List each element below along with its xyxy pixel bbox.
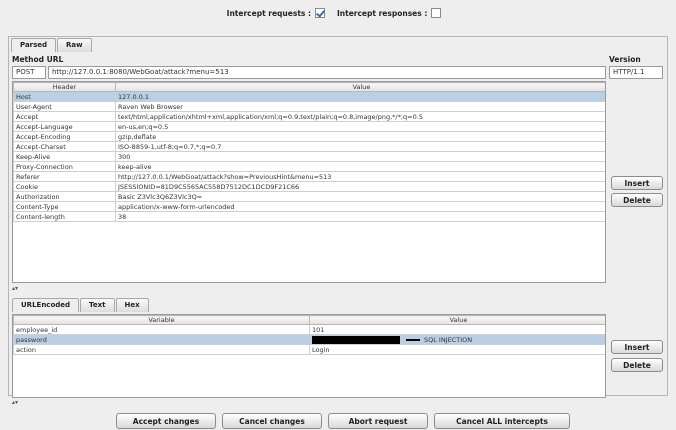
params-table: Variable Value employee_id 101 password SQL…	[13, 315, 605, 355]
param-row[interactable]: action Login	[13, 344, 605, 355]
header-value-cell[interactable]: http://127.0.0.1/WebGoat/attack?show=Pre…	[115, 171, 605, 182]
param-value-cell[interactable]: SQL INJECTION	[309, 334, 605, 345]
header-name-cell[interactable]: Cookie	[13, 181, 116, 192]
header-row[interactable]: Referer http://127.0.0.1/WebGoat/attack?s…	[13, 171, 605, 182]
header-name-cell[interactable]: Host	[13, 91, 116, 102]
header-row[interactable]: Proxy-Connection keep-alive	[13, 161, 605, 172]
header-row[interactable]: Accept-Language en-us,en;q=0.5	[13, 121, 605, 132]
header-row[interactable]: Content-Type application/x-www-form-urlen…	[13, 201, 605, 212]
header-row[interactable]: Authorization Basic Z3Vlc3Q6Z3Vlc3Q=	[13, 191, 605, 202]
header-name-cell[interactable]: Content-Type	[13, 201, 116, 212]
param-row[interactable]: password SQL INJECTION	[13, 334, 605, 345]
intercept-requests-checkbox[interactable]	[314, 8, 325, 18]
header-value-cell[interactable]: 38	[115, 211, 605, 222]
header-value-cell[interactable]: en-us,en;q=0.5	[115, 121, 605, 132]
tab-text[interactable]: Text	[80, 298, 115, 312]
header-column-header[interactable]: Header	[13, 82, 116, 92]
header-name-cell[interactable]: User-Agent	[13, 101, 116, 112]
tab-hex[interactable]: Hex	[115, 298, 149, 312]
header-value-cell[interactable]: text/html,application/xhtml+xml,applicat…	[115, 111, 605, 122]
variable-column-header[interactable]: Variable	[13, 315, 310, 325]
header-row[interactable]: Host 127.0.0.1	[13, 91, 605, 102]
version-field[interactable]: HTTP/1.1	[609, 66, 663, 79]
header-value-cell[interactable]: Basic Z3Vlc3Q6Z3Vlc3Q=	[115, 191, 605, 202]
header-row[interactable]: Content-length 38	[13, 211, 605, 222]
params-delete-button[interactable]: Delete	[611, 358, 663, 372]
body-tabs: URLEncoded Text Hex	[12, 298, 150, 312]
arrow-icon	[406, 338, 420, 341]
param-variable-cell[interactable]: action	[13, 344, 310, 355]
param-variable-cell[interactable]: employee_id	[13, 324, 310, 335]
headers-insert-button[interactable]: Insert	[611, 176, 663, 190]
version-label: Version	[609, 55, 641, 64]
param-value-cell[interactable]: 101	[309, 324, 605, 335]
method-field[interactable]: POST	[12, 66, 46, 79]
header-value-cell[interactable]: Raven Web Browser	[115, 101, 605, 112]
header-value-cell[interactable]: gzip,deflate	[115, 131, 605, 142]
header-value-cell[interactable]: JSESSIONID=81D9C5565AC558D7512DC1DCD9F21…	[115, 181, 605, 192]
method-url-label: Method URL	[12, 55, 64, 64]
header-value-cell[interactable]: 300	[115, 151, 605, 162]
param-value-cell[interactable]: Login	[309, 344, 605, 355]
param-value-column-header[interactable]: Value	[309, 315, 605, 325]
header-name-cell[interactable]: Accept	[13, 111, 116, 122]
cancel-all-intercepts-button[interactable]: Cancel ALL intercepts	[434, 413, 570, 429]
header-row[interactable]: Cookie JSESSIONID=81D9C5565AC558D7512DC1D…	[13, 181, 605, 192]
value-column-header[interactable]: Value	[115, 82, 605, 92]
splitter-grip-icon[interactable]: ▴▾	[12, 285, 18, 292]
intercept-responses-label: Intercept responses :	[336, 8, 428, 18]
header-row[interactable]: Accept-Encoding gzip,deflate	[13, 131, 605, 142]
tab-parsed[interactable]: Parsed	[11, 38, 57, 52]
header-name-cell[interactable]: Accept-Language	[13, 121, 116, 132]
intercept-responses-checkbox[interactable]	[431, 8, 442, 18]
param-value-text: SQL INJECTION	[424, 335, 473, 344]
param-row[interactable]: employee_id 101	[13, 324, 605, 335]
header-name-cell[interactable]: Accept-Charset	[13, 141, 116, 152]
param-variable-cell[interactable]: password	[13, 334, 310, 345]
header-row[interactable]: Keep-Alive 300	[13, 151, 605, 162]
redaction-block	[312, 335, 400, 344]
params-insert-button[interactable]: Insert	[611, 340, 663, 354]
header-name-cell[interactable]: Keep-Alive	[13, 151, 116, 162]
header-value-cell[interactable]: keep-alive	[115, 161, 605, 172]
intercept-options-bar: Intercept requests : Intercept responses…	[0, 8, 676, 26]
tab-raw[interactable]: Raw	[57, 38, 92, 52]
accept-changes-button[interactable]: Accept changes	[116, 413, 216, 429]
header-name-cell[interactable]: Proxy-Connection	[13, 161, 116, 172]
header-row[interactable]: Accept text/html,application/xhtml+xml,ap…	[13, 111, 605, 122]
url-field[interactable]: http://127.0.0.1:8080/WebGoat/attack?men…	[48, 66, 606, 79]
headers-table: Header Value Host 127.0.0.1 User-Agent Rave…	[13, 82, 605, 222]
cancel-changes-button[interactable]: Cancel changes	[222, 413, 322, 429]
header-name-cell[interactable]: Content-length	[13, 211, 116, 222]
header-value-cell[interactable]: application/x-www-form-urlencoded	[115, 201, 605, 212]
intercept-requests-label: Intercept requests :	[226, 8, 311, 18]
header-value-cell[interactable]: ISO-8859-1,utf-8;q=0.7,*;q=0.7	[115, 141, 605, 152]
header-row[interactable]: User-Agent Raven Web Browser	[13, 101, 605, 112]
abort-request-button[interactable]: Abort request	[328, 413, 428, 429]
tab-urlencoded[interactable]: URLEncoded	[12, 298, 80, 312]
headers-delete-button[interactable]: Delete	[611, 193, 663, 207]
header-name-cell[interactable]: Authorization	[13, 191, 116, 202]
header-value-cell[interactable]: 127.0.0.1	[115, 91, 605, 102]
params-table-container: Variable Value employee_id 101 password SQL…	[12, 314, 606, 398]
headers-table-container: Header Value Host 127.0.0.1 User-Agent Rave…	[12, 81, 606, 283]
header-name-cell[interactable]: Accept-Encoding	[13, 131, 116, 142]
lower-splitter-grip-icon[interactable]: ▴▾	[12, 399, 18, 406]
header-name-cell[interactable]: Referer	[13, 171, 116, 182]
header-row[interactable]: Accept-Charset ISO-8859-1,utf-8;q=0.7,*;q…	[13, 141, 605, 152]
